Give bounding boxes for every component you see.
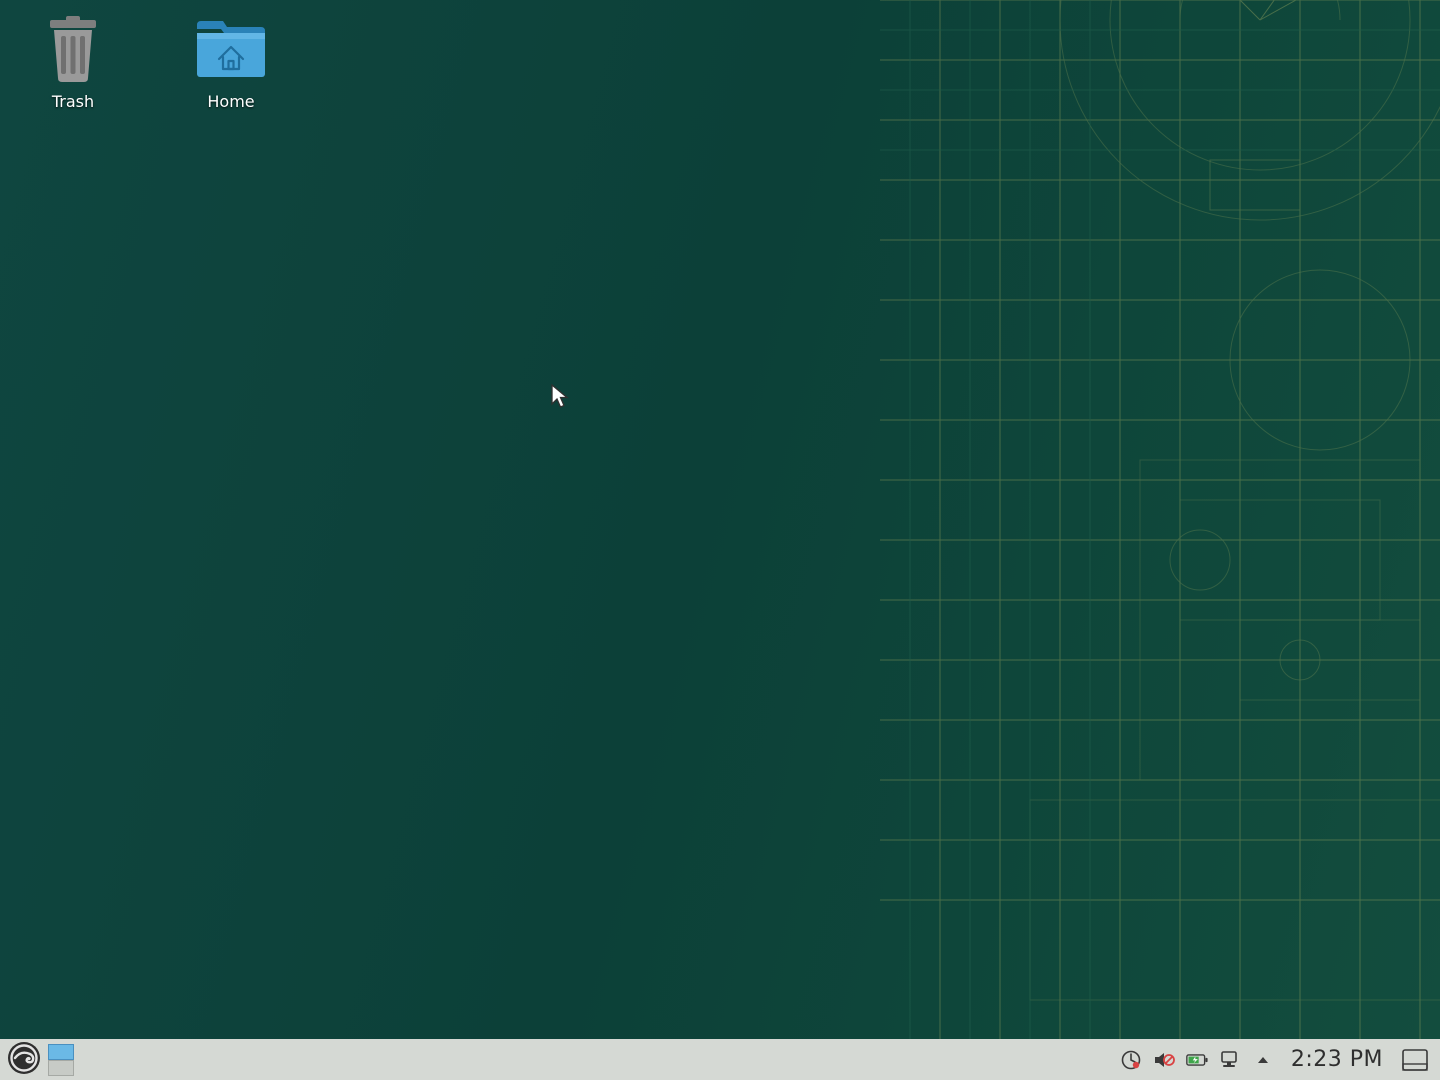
notifications-arrow-icon[interactable]: [1252, 1049, 1274, 1071]
show-desktop-button[interactable]: [1400, 1046, 1430, 1074]
cursor-pointer-icon: [551, 384, 569, 408]
workspace-pager[interactable]: [48, 1043, 76, 1077]
desktop-background[interactable]: Trash Home: [0, 0, 1440, 1039]
home-folder-icon: [195, 14, 267, 84]
desktop-icon-label: Trash: [52, 92, 94, 111]
wallpaper-decor: [880, 0, 1440, 1039]
start-menu-button[interactable]: [4, 1041, 44, 1078]
desktop-icon-label: Home: [207, 92, 254, 111]
volume-muted-icon[interactable]: [1153, 1049, 1175, 1071]
panel-clock[interactable]: 2:23 PM: [1285, 1047, 1389, 1072]
system-tray: 2:23 PM: [1120, 1039, 1436, 1080]
opensuse-logo-icon: [7, 1041, 41, 1079]
taskbar-panel: 2:23 PM: [0, 1039, 1440, 1080]
battery-charging-icon[interactable]: [1186, 1049, 1208, 1071]
updates-icon[interactable]: [1120, 1049, 1142, 1071]
workspace-2[interactable]: [48, 1060, 74, 1076]
trash-icon: [37, 14, 109, 84]
workspace-1[interactable]: [48, 1044, 74, 1060]
desktop-icon-home[interactable]: Home: [176, 14, 286, 111]
desktop-icon-trash[interactable]: Trash: [18, 14, 128, 111]
network-icon[interactable]: [1219, 1049, 1241, 1071]
